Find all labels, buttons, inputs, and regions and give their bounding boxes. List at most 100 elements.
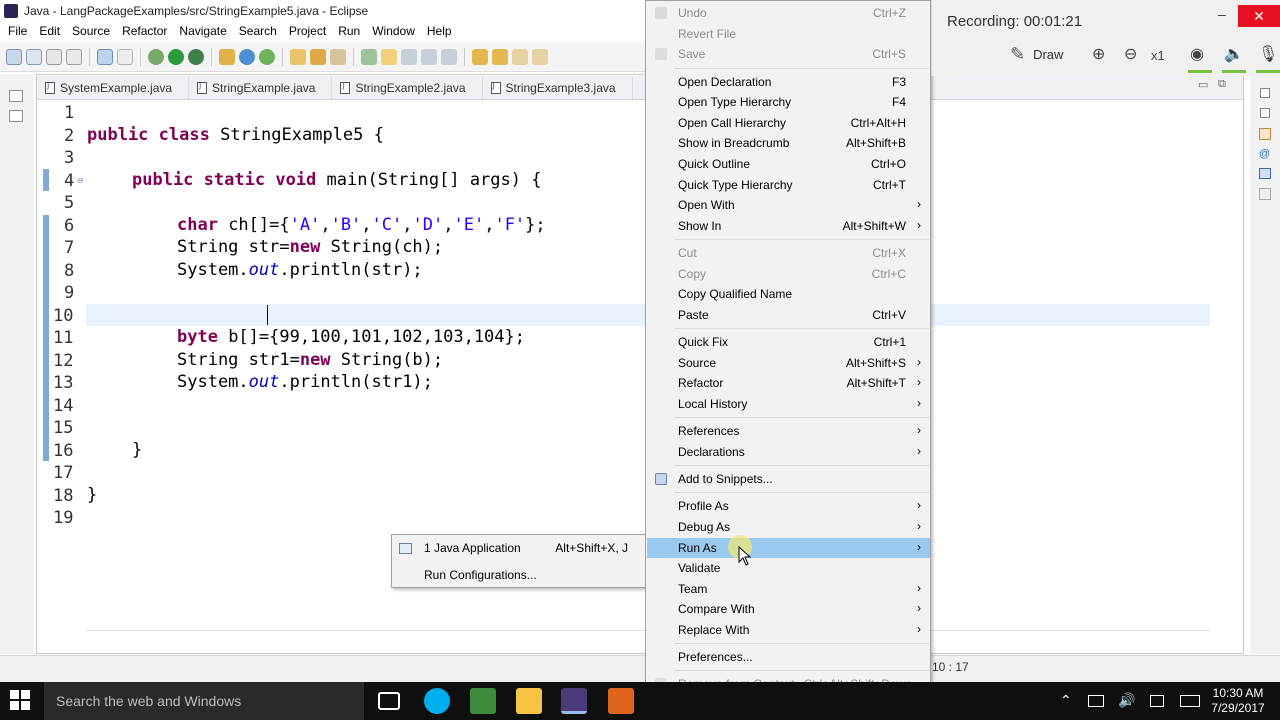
search-icon[interactable] xyxy=(330,48,346,65)
menu-item-open-type-hierarchy[interactable]: Open Type Hierarchy F4 xyxy=(647,92,930,112)
forward-icon[interactable] xyxy=(532,48,548,65)
minimize-editor-icon[interactable]: ▭ xyxy=(1198,78,1208,91)
new-package-icon[interactable] xyxy=(239,48,255,65)
toggle-highlight-icon[interactable] xyxy=(381,48,397,65)
recording-close-button[interactable]: ✕ xyxy=(1238,5,1280,27)
code-line-2[interactable]: public class StringExample5 { xyxy=(87,125,384,145)
code-line-6[interactable]: char ch[]={'A','B','C','D','E','F'}; xyxy=(177,215,546,235)
windows-start-icon[interactable] xyxy=(10,690,32,712)
run-configurations-item[interactable]: Run Configurations... xyxy=(393,563,645,587)
menu-item-compare-with[interactable]: Compare With › xyxy=(647,599,930,619)
recording-minimize-button[interactable]: – xyxy=(1218,6,1226,22)
menu-search[interactable]: Search xyxy=(233,24,283,38)
back-icon[interactable] xyxy=(512,48,528,65)
outline-icon[interactable] xyxy=(1259,128,1271,140)
skip-breakpoints-icon[interactable] xyxy=(117,48,133,65)
code-line-12[interactable]: String str1=new String(b); xyxy=(177,350,443,370)
menu-item-replace-with[interactable]: Replace With › xyxy=(647,620,930,640)
menu-item-revert-file[interactable]: Revert File xyxy=(647,24,930,44)
open-type-icon[interactable] xyxy=(290,48,306,65)
code-line-18[interactable]: } xyxy=(87,485,97,505)
file-explorer-icon[interactable] xyxy=(516,688,542,714)
menu-item-declarations[interactable]: Declarations › xyxy=(647,442,930,462)
restore-view-icon[interactable] xyxy=(9,90,23,102)
package-explorer-icon[interactable] xyxy=(9,110,23,122)
menu-item-run-as[interactable]: Run As › xyxy=(647,538,930,558)
run-icon[interactable] xyxy=(168,48,184,65)
save-all-icon[interactable] xyxy=(46,48,62,65)
console-icon[interactable] xyxy=(1259,188,1271,200)
show-whitespace-icon[interactable] xyxy=(401,48,417,65)
menu-item-open-declaration[interactable]: Open Declaration F3 xyxy=(647,72,930,92)
menu-item-add-to-snippets[interactable]: Add to Snippets... xyxy=(647,469,930,489)
menu-source[interactable]: Source xyxy=(66,24,116,38)
new-java-project-icon[interactable] xyxy=(219,48,235,65)
open-console-icon[interactable] xyxy=(97,48,113,65)
tab-string-example3[interactable]: StringExample3.java xyxy=(483,77,633,99)
recorder-taskbar-icon[interactable] xyxy=(608,688,634,714)
tab-string-example[interactable]: StringExample.java xyxy=(189,77,333,99)
code-line-8[interactable]: System.out.println(str); xyxy=(177,260,423,280)
menu-item-team[interactable]: Team › xyxy=(647,579,930,599)
maximize-editor-icon[interactable]: ⧉ xyxy=(1218,78,1226,91)
block-selection-icon[interactable] xyxy=(421,48,437,65)
tab-string-example2[interactable]: StringExample2.java xyxy=(332,77,483,99)
action-center-icon[interactable] xyxy=(1150,695,1164,707)
taskbar-clock[interactable]: 10:30 AM 7/29/2017 xyxy=(1206,686,1270,716)
vertical-scrollbar[interactable] xyxy=(1208,101,1224,631)
menu-project[interactable]: Project xyxy=(283,24,332,38)
menu-refactor[interactable]: Refactor xyxy=(116,24,173,38)
tab-system-example[interactable]: SystemExample.java xyxy=(37,77,190,99)
code-line-13[interactable]: System.out.println(str1); xyxy=(177,372,433,392)
menu-item-open-with[interactable]: Open With › xyxy=(647,195,930,215)
zoom-in-icon[interactable]: ⊕ xyxy=(1092,44,1105,64)
menu-item-copy[interactable]: Copy Ctrl+C xyxy=(647,264,930,284)
fold-collapse-icon[interactable]: ⊖ xyxy=(77,176,85,185)
skype-icon[interactable] xyxy=(424,688,450,714)
coverage-icon[interactable] xyxy=(188,48,204,65)
restore-view-icon[interactable] xyxy=(1260,88,1270,98)
menu-item-refactor[interactable]: Refactor Alt+Shift+T › xyxy=(647,373,930,393)
menu-item-validate[interactable]: Validate xyxy=(647,558,930,578)
next-annotation-icon[interactable] xyxy=(472,48,488,65)
task-list-icon[interactable] xyxy=(1260,108,1270,118)
code-line-16[interactable]: } xyxy=(132,440,142,460)
menu-item-profile-as[interactable]: Profile As › xyxy=(647,496,930,516)
menu-item-undo[interactable]: Undo Ctrl+Z xyxy=(647,3,930,23)
menu-run[interactable]: Run xyxy=(332,24,366,38)
menu-edit[interactable]: Edit xyxy=(33,24,66,38)
new-icon[interactable] xyxy=(6,48,22,65)
menu-item-copy-qualified-name[interactable]: Copy Qualified Name xyxy=(647,284,930,304)
run-java-application-item[interactable]: 1 Java Application Alt+Shift+X, J xyxy=(393,536,645,560)
menu-item-quick-type-hierarchy[interactable]: Quick Type Hierarchy Ctrl+T xyxy=(647,175,930,195)
toggle-mark-occurrences-icon[interactable] xyxy=(361,48,377,65)
code-line-11[interactable]: byte b[]={99,100,101,102,103,104}; xyxy=(177,327,525,347)
menu-navigate[interactable]: Navigate xyxy=(173,24,232,38)
taskbar-search-input[interactable]: Search the web and Windows xyxy=(44,682,364,720)
show-hidden-icons-icon[interactable]: ⌃ xyxy=(1060,692,1072,709)
eclipse-taskbar-icon[interactable] xyxy=(561,688,587,714)
menu-item-show-in[interactable]: Show In Alt+Shift+W › xyxy=(647,216,930,236)
menu-item-references[interactable]: References › xyxy=(647,421,930,441)
menu-item-debug-as[interactable]: Debug As › xyxy=(647,517,930,537)
task-view-icon[interactable] xyxy=(378,692,400,710)
menu-item-quick-fix[interactable]: Quick Fix Ctrl+1 xyxy=(647,332,930,352)
code-line-4[interactable]: public static void main(String[] args) { xyxy=(132,170,541,190)
pilcrow-icon[interactable] xyxy=(441,48,457,65)
battery-icon[interactable] xyxy=(1088,695,1104,707)
spreadsheet-icon[interactable] xyxy=(470,688,496,714)
menu-item-paste[interactable]: Paste Ctrl+V xyxy=(647,305,930,325)
webcam-icon[interactable]: ◉ xyxy=(1190,44,1204,64)
volume-icon[interactable]: 🔊 xyxy=(1118,692,1135,709)
menu-item-preferences[interactable]: Preferences... xyxy=(647,647,930,667)
menu-item-show-breadcrumb[interactable]: Show in Breadcrumb Alt+Shift+B xyxy=(647,133,930,153)
print-icon[interactable] xyxy=(66,48,82,65)
open-task-icon[interactable] xyxy=(310,48,326,65)
debug-icon[interactable] xyxy=(148,48,164,65)
menu-item-local-history[interactable]: Local History › xyxy=(647,394,930,414)
previous-annotation-icon[interactable] xyxy=(492,48,508,65)
menu-item-quick-outline[interactable]: Quick Outline Ctrl+O xyxy=(647,154,930,174)
menu-file[interactable]: File xyxy=(2,24,33,38)
menu-item-source[interactable]: Source Alt+Shift+S › xyxy=(647,353,930,373)
menu-window[interactable]: Window xyxy=(366,24,421,38)
